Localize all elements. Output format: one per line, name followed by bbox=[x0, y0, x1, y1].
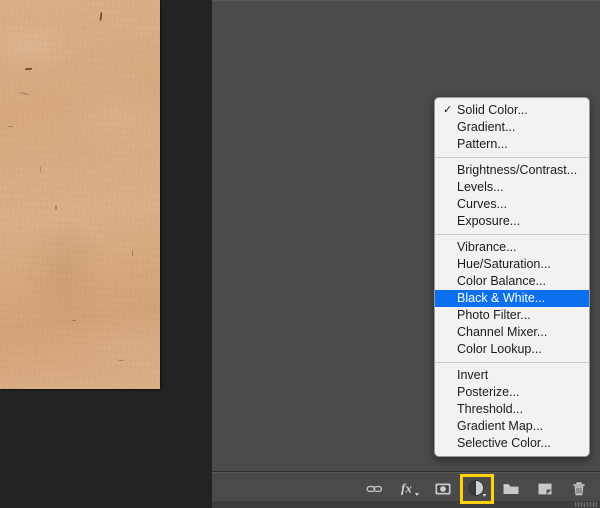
menu-item[interactable]: ✓ Solid Color... bbox=[435, 102, 589, 119]
new-adjustment-layer-icon bbox=[467, 479, 487, 497]
layers-toolbar: fx bbox=[212, 474, 600, 504]
menu-item[interactable]: Threshold... bbox=[435, 401, 589, 418]
new-layer-button[interactable] bbox=[528, 474, 562, 504]
delete-layer-button[interactable] bbox=[562, 474, 596, 504]
layer-style-fx-icon: fx bbox=[401, 481, 419, 496]
menu-item[interactable]: Brightness/Contrast... bbox=[435, 162, 589, 179]
paper-speck bbox=[55, 205, 57, 210]
menu-item[interactable]: Posterize... bbox=[435, 384, 589, 401]
menu-item[interactable]: Color Lookup... bbox=[435, 341, 589, 358]
menu-item[interactable]: Hue/Saturation... bbox=[435, 256, 589, 273]
menu-item[interactable]: Exposure... bbox=[435, 213, 589, 230]
layer-mask-icon bbox=[435, 483, 451, 495]
svg-text:fx: fx bbox=[401, 481, 412, 496]
menu-item[interactable]: Curves... bbox=[435, 196, 589, 213]
menu-item[interactable]: Photo Filter... bbox=[435, 307, 589, 324]
menu-separator bbox=[435, 234, 589, 235]
panel-top-edge bbox=[212, 0, 600, 1]
paper-speck bbox=[40, 166, 41, 173]
canvas-area[interactable] bbox=[0, 0, 212, 508]
paper-speck bbox=[118, 360, 124, 361]
paper-grain-texture bbox=[0, 0, 160, 389]
document-image-kraft-paper[interactable] bbox=[0, 0, 160, 389]
add-layer-mask-button[interactable] bbox=[426, 474, 460, 504]
menu-item[interactable]: Selective Color... bbox=[435, 435, 589, 452]
new-group-button[interactable] bbox=[494, 474, 528, 504]
photoshop-window: fx ✓ Solid Color... Gradient... Pattern.… bbox=[0, 0, 600, 508]
menu-separator bbox=[435, 157, 589, 158]
adjustment-layer-menu[interactable]: ✓ Solid Color... Gradient... Pattern... Brig… bbox=[434, 97, 590, 457]
menu-item[interactable]: Invert bbox=[435, 367, 589, 384]
menu-item[interactable]: Channel Mixer... bbox=[435, 324, 589, 341]
menu-item[interactable]: Gradient Map... bbox=[435, 418, 589, 435]
new-adjustment-layer-button[interactable] bbox=[460, 474, 494, 504]
menu-item[interactable]: Black & White... bbox=[435, 290, 589, 307]
new-group-folder-icon bbox=[503, 484, 519, 494]
layer-style-button[interactable]: fx bbox=[392, 474, 426, 504]
link-layers-button[interactable] bbox=[358, 474, 392, 504]
menu-item[interactable]: Pattern... bbox=[435, 136, 589, 153]
menu-separator bbox=[435, 362, 589, 363]
check-icon: ✓ bbox=[443, 104, 453, 116]
menu-item[interactable]: Gradient... bbox=[435, 119, 589, 136]
paper-speck bbox=[8, 126, 13, 127]
menu-item[interactable]: Color Balance... bbox=[435, 273, 589, 290]
menu-item-label: Solid Color... bbox=[457, 103, 528, 117]
link-layers-icon bbox=[366, 485, 383, 493]
menu-item[interactable]: Levels... bbox=[435, 179, 589, 196]
menu-item[interactable]: Vibrance... bbox=[435, 239, 589, 256]
delete-layer-trash-icon bbox=[573, 482, 585, 496]
new-layer-icon bbox=[538, 483, 552, 495]
